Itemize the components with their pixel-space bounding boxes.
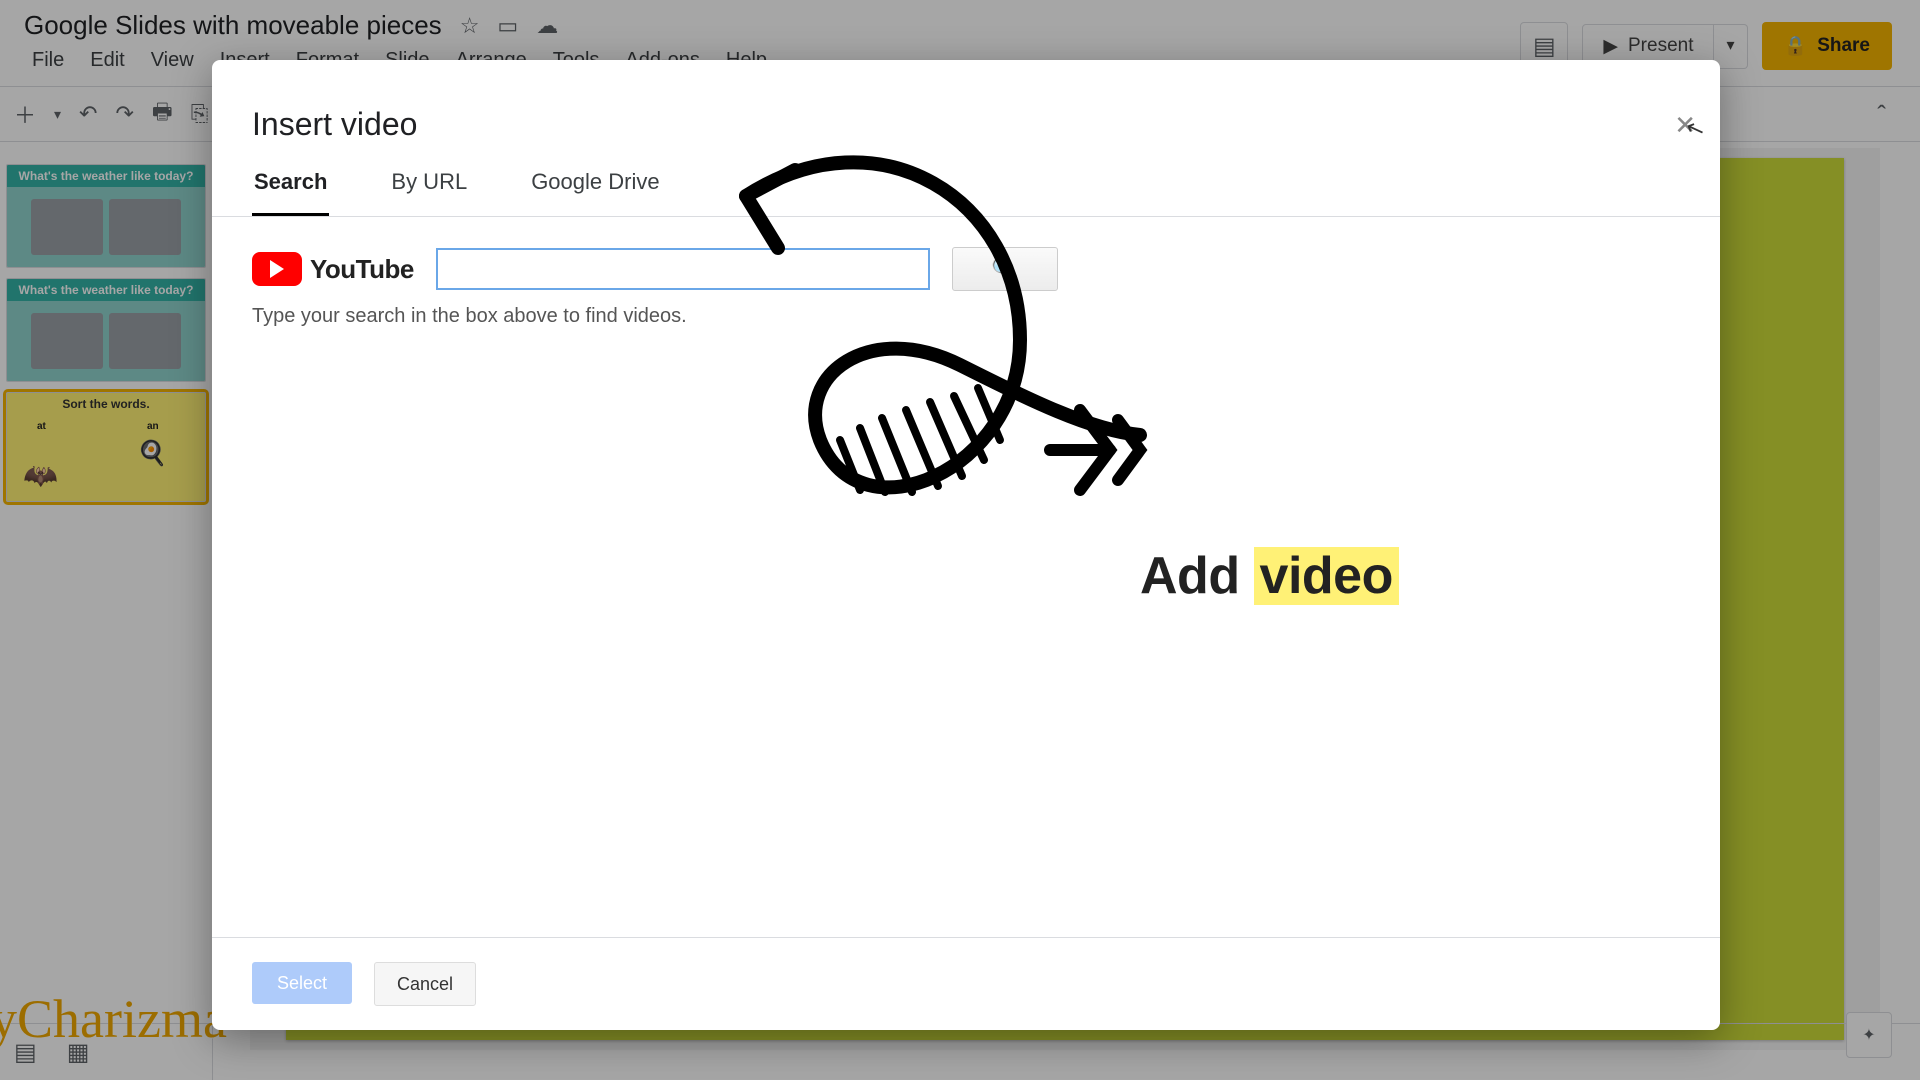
- cancel-button[interactable]: Cancel: [374, 962, 476, 1006]
- youtube-label: YouTube: [310, 254, 414, 285]
- annotation-text: Add video: [1140, 546, 1399, 606]
- video-search-input[interactable]: [436, 248, 930, 290]
- dialog-tabs: Search By URL Google Drive: [212, 153, 1720, 217]
- dialog-title: Insert video: [212, 60, 1720, 153]
- tab-by-url[interactable]: By URL: [389, 169, 469, 216]
- video-search-button[interactable]: 🔍: [952, 247, 1058, 291]
- youtube-play-icon: [252, 252, 302, 286]
- select-button[interactable]: Select: [252, 962, 352, 1004]
- youtube-logo: YouTube: [252, 252, 414, 286]
- tab-google-drive[interactable]: Google Drive: [529, 169, 661, 216]
- insert-video-dialog: Insert video ✕ ↖ Search By URL Google Dr…: [212, 60, 1720, 1030]
- annotation-word-video: video: [1254, 547, 1399, 605]
- dialog-close-button[interactable]: ✕ ↖: [1674, 110, 1696, 141]
- dialog-footer: Select Cancel: [212, 937, 1720, 1030]
- tab-search[interactable]: Search: [252, 169, 329, 216]
- search-icon: 🔍: [991, 256, 1018, 282]
- annotation-word-add: Add: [1140, 547, 1254, 605]
- search-hint: Type your search in the box above to fin…: [212, 299, 1720, 334]
- video-search-row: YouTube 🔍: [212, 217, 1720, 299]
